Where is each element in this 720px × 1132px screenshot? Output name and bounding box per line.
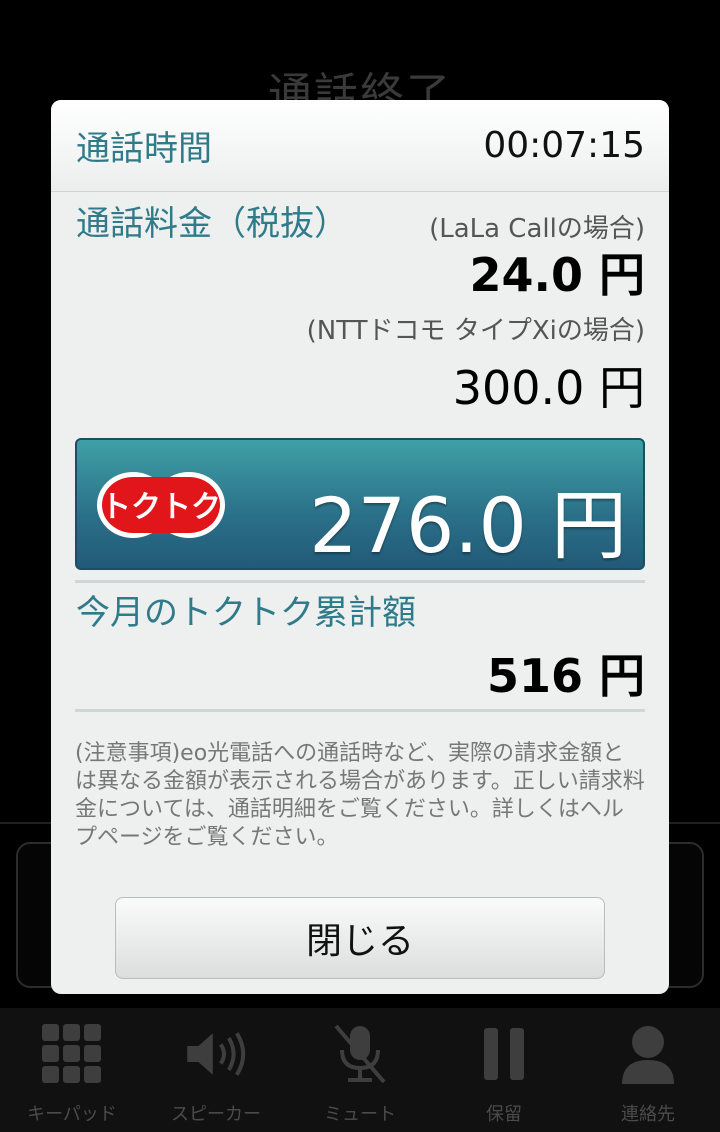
hold-icon	[472, 1022, 536, 1086]
keypad-icon	[40, 1022, 104, 1086]
speaker-icon	[184, 1022, 248, 1086]
monthly-label: 今月のトクトク累計額	[76, 593, 416, 633]
docomo-note: (NTTドコモ タイプXiの場合)	[306, 316, 645, 346]
caution-text: (注意事項)eo光電話への通話時など、実際の請求金額とは異なる金額が表示される場…	[75, 741, 645, 850]
hold-label: 保留	[486, 1104, 522, 1125]
savings-banner: トクトク 276.0 円	[75, 438, 645, 570]
call-toolbar: キーパッド スピーカー ミュート 保留 連絡先	[0, 1008, 720, 1132]
mute-button[interactable]: ミュート	[288, 1008, 432, 1132]
hold-button[interactable]: 保留	[432, 1008, 576, 1132]
separator	[75, 709, 645, 712]
lalacall-amount: 24.0 円	[469, 248, 645, 302]
keypad-button[interactable]: キーパッド	[0, 1008, 144, 1132]
fee-label: 通話料金（税抜）	[76, 204, 348, 244]
lalacall-note: (LaLa Callの場合)	[429, 214, 645, 244]
call-summary-dialog: 通話時間 00:07:15 通話料金（税抜） (LaLa Callの場合) 24…	[51, 100, 669, 994]
docomo-amount: 300.0 円	[452, 361, 645, 415]
speaker-label: スピーカー	[171, 1104, 261, 1125]
fee-row: 通話料金（税抜） (LaLa Callの場合)	[51, 192, 669, 244]
contacts-button[interactable]: 連絡先	[576, 1008, 720, 1132]
tokutoku-badge-text: トクトク	[101, 490, 221, 525]
duration-header: 通話時間 00:07:15	[51, 100, 669, 192]
savings-amount: 276.0 円	[309, 481, 627, 570]
close-button[interactable]: 閉じる	[115, 897, 605, 979]
keypad-label: キーパッド	[27, 1104, 117, 1125]
contacts-label: 連絡先	[621, 1104, 675, 1125]
tokutoku-badge: トクトク	[97, 472, 225, 538]
duration-label: 通話時間	[76, 129, 212, 169]
speaker-button[interactable]: スピーカー	[144, 1008, 288, 1132]
duration-value: 00:07:15	[483, 125, 645, 166]
contacts-icon	[616, 1022, 680, 1086]
monthly-amount: 516 円	[486, 649, 645, 703]
mute-label: ミュート	[324, 1104, 396, 1125]
mute-icon	[328, 1022, 392, 1086]
